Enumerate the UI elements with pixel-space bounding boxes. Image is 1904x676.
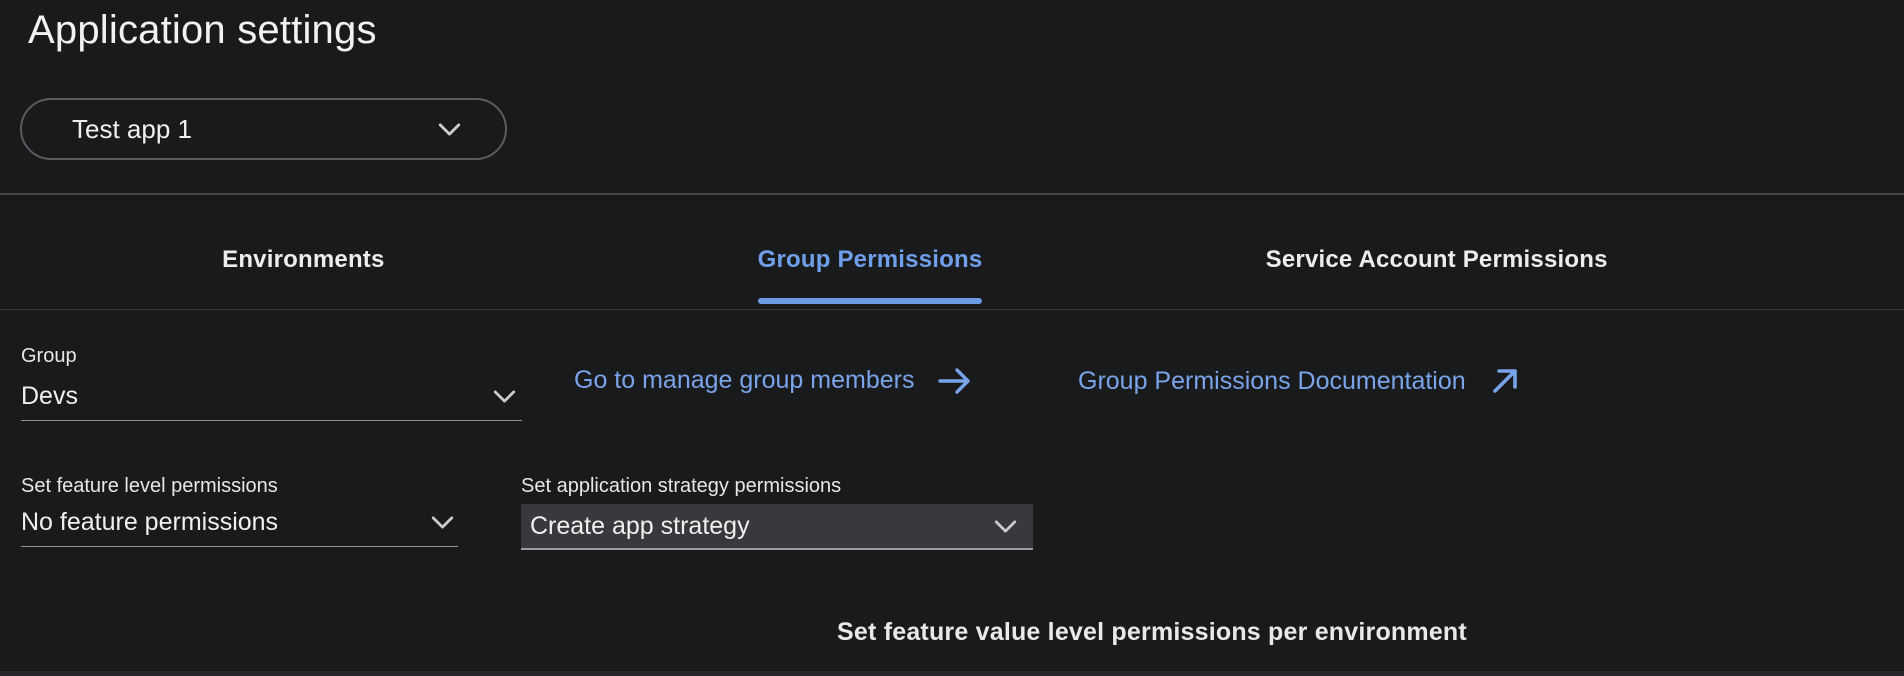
page-title: Application settings <box>28 8 377 52</box>
group-select-value: Devs <box>21 382 78 410</box>
tab-service-account-permissions[interactable]: Service Account Permissions <box>1153 246 1720 304</box>
strategy-permissions-value: Create app strategy <box>530 512 750 540</box>
strategy-permissions-field: Set application strategy permissions Cre… <box>521 474 1033 550</box>
group-select-label: Group <box>21 345 77 367</box>
group-permissions-documentation-link[interactable]: Group Permissions Documentation <box>1078 366 1520 396</box>
arrow-right-icon <box>938 367 972 395</box>
app-selector-value: Test app 1 <box>72 113 192 144</box>
feature-permissions-field: Set feature level permissions No feature… <box>21 474 458 547</box>
group-select[interactable]: Devs <box>21 382 522 421</box>
feature-value-permissions-heading: Set feature value level permissions per … <box>837 618 1467 646</box>
header-divider <box>0 193 1904 195</box>
feature-permissions-select[interactable]: No feature permissions <box>21 508 458 547</box>
tab-label: Service Account Permissions <box>1265 246 1608 273</box>
feature-permissions-value: No feature permissions <box>21 508 279 536</box>
tab-label: Group Permissions <box>757 246 983 273</box>
tab-group-permissions[interactable]: Group Permissions <box>587 246 1154 304</box>
chevron-down-icon <box>431 515 454 529</box>
manage-group-members-link[interactable]: Go to manage group members <box>574 366 972 395</box>
chevron-down-icon <box>438 122 461 136</box>
manage-group-members-label: Go to manage group members <box>574 366 915 394</box>
tab-bar: Environments Group Permissions Service A… <box>20 246 1720 304</box>
application-settings-page: Application settings Test app 1 Environm… <box>0 0 1904 676</box>
tabs-bottom-divider <box>0 309 1904 310</box>
strategy-permissions-label: Set application strategy permissions <box>521 475 842 497</box>
strategy-permissions-select[interactable]: Create app strategy <box>521 504 1033 550</box>
bottom-section-edge <box>0 671 1904 676</box>
arrow-outward-icon <box>1490 366 1520 396</box>
app-selector-dropdown[interactable]: Test app 1 <box>20 98 507 160</box>
tab-label: Environments <box>222 246 385 273</box>
tab-environments[interactable]: Environments <box>20 246 587 304</box>
chevron-down-icon <box>493 389 516 403</box>
feature-permissions-label: Set feature level permissions <box>21 475 278 497</box>
group-select-field: Group Devs <box>21 344 522 421</box>
chevron-down-icon <box>994 519 1017 533</box>
group-permissions-documentation-label: Group Permissions Documentation <box>1078 366 1466 395</box>
